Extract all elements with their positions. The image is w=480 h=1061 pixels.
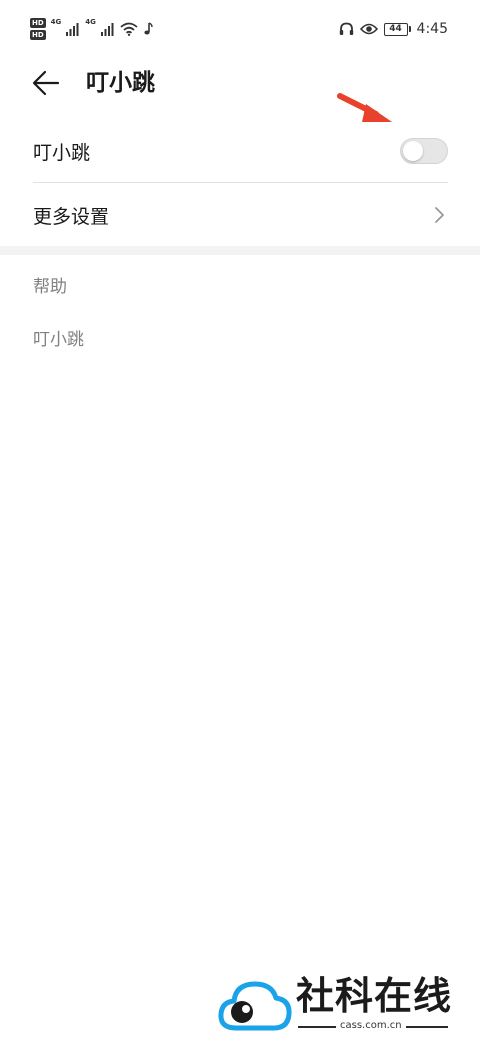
battery-level: 44 bbox=[383, 22, 408, 36]
toggle-knob bbox=[403, 141, 423, 161]
row-divider bbox=[33, 182, 448, 183]
status-time: 4:45 bbox=[416, 21, 448, 37]
network-type-1: 4G bbox=[50, 18, 62, 26]
network-type-2: 4G bbox=[85, 18, 96, 26]
eye-comfort-icon bbox=[359, 23, 378, 35]
more-settings-row[interactable]: 更多设置 bbox=[33, 184, 448, 246]
settings-card: 叮小跳 更多设置 bbox=[0, 120, 480, 246]
hd-badge-2: HD bbox=[30, 30, 46, 40]
status-bar: HD HD 4G 4G 44 4:45 bbox=[0, 0, 480, 56]
watermark-url: cass.com.cn bbox=[340, 1020, 402, 1031]
watermark-text: 社科在线 bbox=[296, 974, 453, 1018]
cloud-eye-logo-icon bbox=[218, 981, 292, 1031]
page-title: 叮小跳 bbox=[86, 70, 155, 96]
toggle-row[interactable]: 叮小跳 bbox=[33, 120, 448, 182]
hd-badges: HD HD bbox=[30, 18, 46, 40]
more-settings-label: 更多设置 bbox=[33, 205, 110, 228]
section-separator bbox=[0, 246, 480, 255]
status-bar-right: 44 4:45 bbox=[339, 17, 448, 41]
signal-icon-2 bbox=[100, 23, 114, 36]
app-bar: 叮小跳 bbox=[0, 56, 480, 108]
chevron-right-icon bbox=[435, 207, 444, 223]
signal-icon bbox=[66, 23, 79, 36]
headphones-icon bbox=[339, 22, 353, 35]
help-item[interactable]: 叮小跳 bbox=[33, 325, 84, 350]
status-bar-left: HD HD 4G 4G bbox=[30, 14, 153, 44]
watermark-line-right bbox=[406, 1026, 448, 1028]
back-arrow-icon[interactable] bbox=[30, 66, 64, 100]
battery-tip bbox=[408, 26, 411, 32]
help-section-header: 帮助 bbox=[33, 277, 67, 297]
hd-badge-1: HD bbox=[30, 18, 46, 28]
battery-icon: 44 bbox=[383, 22, 411, 36]
wifi-icon bbox=[120, 22, 138, 36]
toggle-row-label: 叮小跳 bbox=[33, 141, 91, 164]
watermark-line-left bbox=[298, 1026, 336, 1028]
watermark: 社科在线 cass.com.cn bbox=[218, 970, 468, 1050]
music-note-icon bbox=[144, 22, 153, 35]
feature-toggle-switch[interactable] bbox=[400, 138, 448, 164]
